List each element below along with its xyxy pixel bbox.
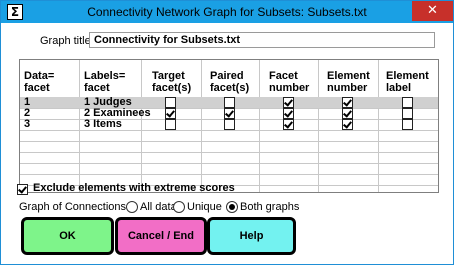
header-line: Data= bbox=[24, 70, 55, 82]
header-line: Facet bbox=[269, 70, 298, 82]
facet-number-checkbox[interactable] bbox=[283, 119, 294, 130]
title-bar[interactable]: Σ Connectivity Network Graph for Subsets… bbox=[1, 1, 453, 23]
header-line: facet bbox=[24, 82, 50, 94]
header-line: label bbox=[386, 82, 412, 94]
element-number-checkbox[interactable] bbox=[342, 119, 353, 130]
element-label-checkbox[interactable] bbox=[402, 119, 413, 130]
row-divider bbox=[20, 152, 438, 153]
graph-connections-label: Graph of Connections: bbox=[19, 201, 130, 213]
column-divider bbox=[79, 60, 80, 192]
element-number-checkbox[interactable] bbox=[342, 97, 353, 108]
dialog-body: Graph title: Connectivity for Subsets.tx… bbox=[7, 23, 447, 259]
cell-label[interactable]: 3 Items bbox=[84, 119, 122, 130]
header-line: Element bbox=[386, 70, 429, 82]
radio-both-graphs-label[interactable]: Both graphs bbox=[240, 201, 299, 213]
header-line: facet(s) bbox=[152, 82, 192, 94]
element-number-checkbox[interactable] bbox=[342, 108, 353, 119]
column-header-target: Target facet(s) bbox=[152, 70, 191, 94]
header-line: Labels= bbox=[84, 70, 126, 82]
column-header-labels: Labels= facet bbox=[84, 70, 125, 94]
radio-unique-label[interactable]: Unique bbox=[187, 201, 222, 213]
exclude-extreme-label[interactable]: Exclude elements with extreme scores bbox=[33, 182, 235, 194]
facet-number-checkbox[interactable] bbox=[283, 97, 294, 108]
column-divider bbox=[318, 60, 319, 192]
facet-number-checkbox[interactable] bbox=[283, 108, 294, 119]
target-checkbox[interactable] bbox=[165, 97, 176, 108]
header-line: Paired bbox=[210, 70, 244, 82]
exclude-extreme-checkbox[interactable] bbox=[17, 184, 28, 195]
radio-all-data[interactable] bbox=[126, 201, 138, 213]
target-checkbox[interactable] bbox=[165, 119, 176, 130]
row-divider bbox=[20, 141, 438, 142]
radio-all-data-label[interactable]: All data bbox=[140, 201, 177, 213]
column-header-element-number: Element number bbox=[327, 70, 370, 94]
radio-both-graphs[interactable] bbox=[226, 201, 238, 213]
element-label-checkbox[interactable] bbox=[402, 97, 413, 108]
graph-title-input[interactable]: Connectivity for Subsets.txt bbox=[89, 32, 435, 48]
header-line: facet(s) bbox=[210, 82, 250, 94]
element-label-checkbox[interactable] bbox=[402, 108, 413, 119]
cell-data[interactable]: 3 bbox=[24, 119, 30, 130]
column-header-facet-number: Facet number bbox=[269, 70, 309, 94]
header-line: facet bbox=[84, 82, 110, 94]
row-divider bbox=[20, 130, 438, 131]
column-header-element-label: Element label bbox=[386, 70, 429, 94]
paired-checkbox[interactable] bbox=[224, 97, 235, 108]
header-line: Element bbox=[327, 70, 370, 82]
header-line: number bbox=[327, 82, 368, 94]
window-title: Connectivity Network Graph for Subsets: … bbox=[87, 5, 367, 19]
cancel-end-button[interactable]: Cancel / End bbox=[115, 217, 207, 255]
ok-button[interactable]: OK bbox=[21, 217, 114, 255]
column-divider bbox=[141, 60, 142, 192]
header-line: Target bbox=[152, 70, 185, 82]
column-divider bbox=[378, 60, 379, 192]
radio-unique[interactable] bbox=[173, 201, 185, 213]
column-header-data: Data= facet bbox=[24, 70, 54, 94]
paired-checkbox[interactable] bbox=[224, 119, 235, 130]
target-checkbox[interactable] bbox=[165, 108, 176, 119]
graph-title-label: Graph title: bbox=[40, 35, 94, 47]
help-button[interactable]: Help bbox=[207, 217, 296, 255]
header-line: number bbox=[269, 82, 310, 94]
column-header-paired: Paired facet(s) bbox=[210, 70, 249, 94]
row-divider bbox=[20, 174, 438, 175]
column-divider bbox=[201, 60, 202, 192]
paired-checkbox[interactable] bbox=[224, 108, 235, 119]
row-divider bbox=[20, 163, 438, 164]
dialog-window: Σ Connectivity Network Graph for Subsets… bbox=[0, 0, 454, 265]
facet-table: Data= facet Labels= facet Target facet(s) P… bbox=[19, 59, 439, 193]
column-divider bbox=[259, 60, 260, 192]
close-button[interactable]: ✕ bbox=[412, 1, 453, 21]
